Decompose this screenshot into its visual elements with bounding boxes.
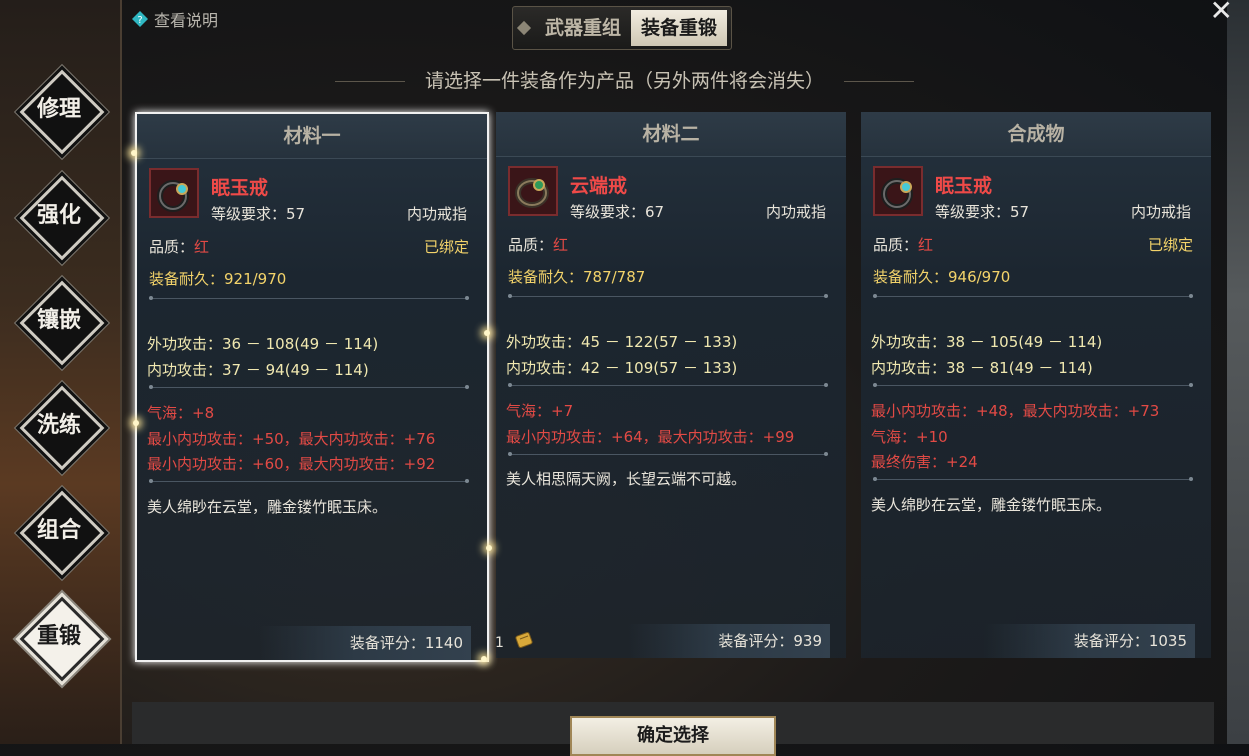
- item-type: 内功戒指: [406, 205, 467, 223]
- bonus-stat: 最小内功攻击：+50，最大内功攻击：+76: [147, 430, 436, 448]
- subtitle-divider-left: [334, 81, 405, 82]
- tab-deco-left-icon: [516, 20, 532, 36]
- bonus-stat: 最终伤害：+24: [871, 453, 978, 471]
- help-link[interactable]: ? 查看说明: [132, 7, 218, 31]
- nav-label: 修理: [36, 96, 81, 122]
- tab-equipment-reforge[interactable]: 装备重锻: [631, 10, 728, 46]
- quality-value: 红: [918, 236, 934, 254]
- equipment-score: 装备评分：939: [628, 624, 830, 658]
- quality-value: 红: [553, 236, 569, 254]
- top-tabs: 武器重组 装备重锻: [512, 6, 733, 50]
- svg-text:?: ?: [137, 15, 142, 26]
- inner-attack: 内功攻击：38 － 81(49 － 114): [871, 359, 1093, 377]
- durability: 装备耐久：921/970: [149, 270, 287, 288]
- sparkle-effect: [486, 545, 492, 551]
- quality-row: 品质：红: [508, 236, 569, 254]
- item-level-req: 等级要求：57: [935, 203, 1030, 221]
- item-name: 眠玉戒: [935, 175, 993, 197]
- equipment-score: 装备评分：1035: [983, 624, 1195, 658]
- sparkle-effect: [133, 420, 139, 426]
- card-header: 材料二: [496, 112, 846, 157]
- sparkle-effect: [481, 656, 487, 662]
- bonus-stat: 最小内功攻击：+60，最大内功攻击：+92: [147, 455, 436, 473]
- help-label: 查看说明: [154, 11, 219, 30]
- nav-label: 洗练: [36, 412, 81, 438]
- outer-attack: 外功攻击：38 － 105(49 － 114): [871, 333, 1103, 351]
- card-product[interactable]: 合成物 眠玉戒 等级要求：57 内功戒指 品质：红 已绑定 装备耐久：946/9…: [861, 112, 1211, 658]
- quality-row: 品质：红: [149, 238, 210, 256]
- bonus-stat: 气海：+8: [147, 404, 215, 422]
- sparkle-effect: [484, 330, 490, 336]
- divider: [873, 477, 1193, 481]
- scroll-quantity: 1: [495, 635, 504, 651]
- bound-status: 已绑定: [423, 238, 469, 256]
- sparkle-effect: [131, 150, 137, 156]
- bonus-stat: 气海：+10: [871, 428, 948, 446]
- durability: 装备耐久：787/787: [508, 268, 646, 286]
- nav-combine[interactable]: 组合: [19, 490, 105, 576]
- subtitle-text: 请选择一件装备作为产品（另外两件将会消失）: [424, 70, 824, 92]
- divider: [508, 452, 828, 456]
- inner-attack: 内功攻击：42 － 109(57 － 133): [506, 359, 738, 377]
- quality-row: 品质：红: [873, 236, 934, 254]
- divider: [149, 385, 469, 389]
- confirm-select-button[interactable]: 确定选择: [570, 716, 776, 756]
- card-header: 材料一: [137, 114, 487, 159]
- ring-icon: [873, 166, 923, 216]
- nav-reforge[interactable]: 重锻: [19, 596, 105, 682]
- divider: [873, 383, 1193, 387]
- bonus-stat: 气海：+7: [506, 402, 574, 420]
- card-material-2[interactable]: 材料二 云端戒 等级要求：67 内功戒指 品质：红 装备耐久：787/787 外…: [496, 112, 846, 658]
- nav-inlay[interactable]: 镶嵌: [19, 280, 105, 366]
- item-type: 内功戒指: [1130, 203, 1191, 221]
- nav-refine[interactable]: 洗练: [19, 385, 105, 471]
- bonus-stat: 最小内功攻击：+64，最大内功攻击：+99: [506, 428, 795, 446]
- divider: [508, 383, 828, 387]
- item-name: 云端戒: [570, 175, 628, 197]
- item-level-req: 等级要求：57: [211, 205, 306, 223]
- nav-label: 重锻: [36, 623, 81, 649]
- help-diamond-icon: ?: [132, 11, 148, 27]
- right-background: [1227, 0, 1249, 744]
- scroll-item-icon[interactable]: [513, 629, 535, 651]
- outer-attack: 外功攻击：45 － 122(57 － 133): [506, 333, 738, 351]
- equipment-score: 装备评分：1140: [259, 626, 471, 660]
- bonus-stat: 最小内功攻击：+48，最大内功攻击：+73: [871, 402, 1160, 420]
- flavor-text: 美人相思隔天阙，长望云端不可越。: [506, 470, 747, 488]
- bound-status: 已绑定: [1147, 236, 1193, 254]
- tab-weapon-recombine[interactable]: 武器重组: [535, 10, 631, 46]
- divider: [149, 296, 469, 300]
- flavor-text: 美人绵眇在云堂，雕金镂竹眠玉床。: [871, 496, 1112, 514]
- ring-icon: [149, 168, 199, 218]
- flavor-text: 美人绵眇在云堂，雕金镂竹眠玉床。: [147, 498, 388, 516]
- divider: [873, 294, 1193, 298]
- nav-label: 强化: [36, 202, 81, 228]
- card-material-1[interactable]: 材料一 眠玉戒 等级要求：57 内功戒指 品质：红 已绑定 装备耐久：921/9…: [135, 112, 489, 662]
- close-icon[interactable]: ✕: [1210, 0, 1233, 27]
- item-name: 眠玉戒: [211, 177, 269, 199]
- inner-attack: 内功攻击：37 － 94(49 － 114): [147, 361, 369, 379]
- nav-enhance[interactable]: 强化: [19, 175, 105, 261]
- divider: [508, 294, 828, 298]
- page-subtitle: 请选择一件装备作为产品（另外两件将会消失）: [0, 66, 1249, 93]
- item-type: 内功戒指: [765, 203, 826, 221]
- subtitle-divider-right: [844, 81, 914, 82]
- quality-value: 红: [194, 238, 210, 256]
- nav-label: 组合: [36, 517, 81, 543]
- item-level-req: 等级要求：67: [570, 203, 665, 221]
- divider: [149, 479, 469, 483]
- ring-icon: [508, 166, 558, 216]
- nav-label: 镶嵌: [36, 307, 81, 333]
- outer-attack: 外功攻击：36 － 108(49 － 114): [147, 335, 379, 353]
- card-header: 合成物: [861, 112, 1211, 157]
- durability: 装备耐久：946/970: [873, 268, 1011, 286]
- nav-repair[interactable]: 修理: [19, 69, 105, 155]
